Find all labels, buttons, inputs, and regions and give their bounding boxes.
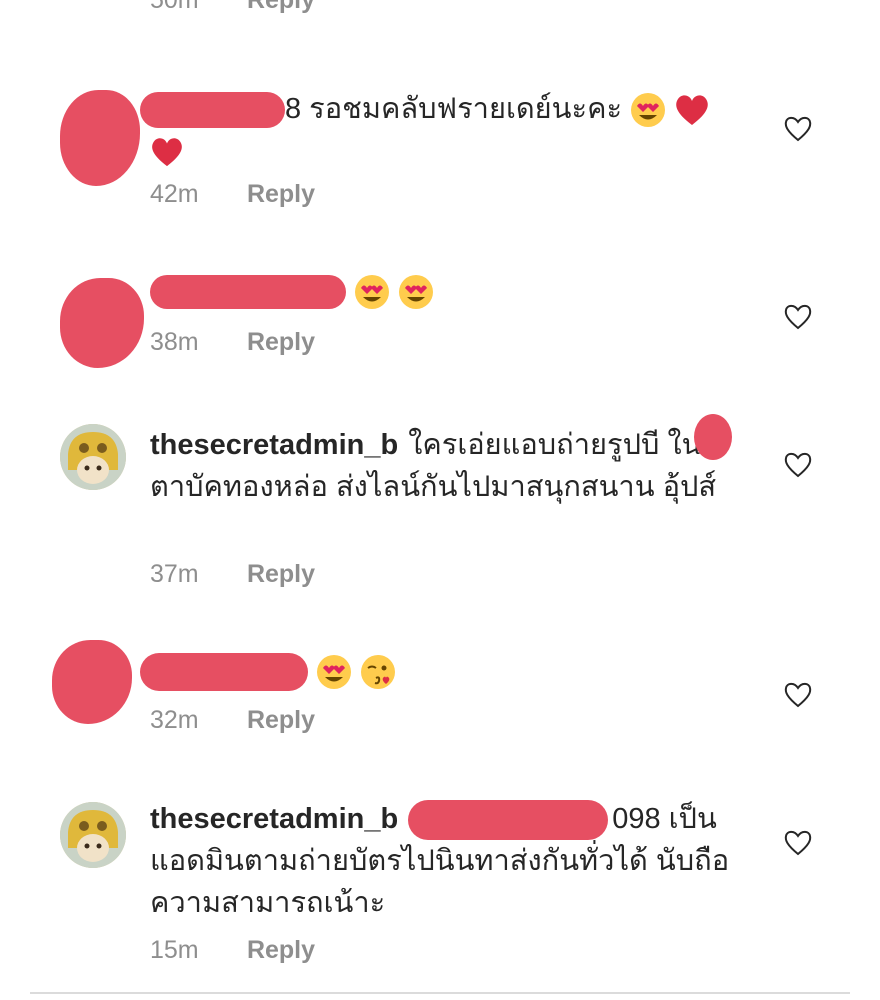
cat-avatar-icon xyxy=(60,802,126,868)
comment-time: 32m xyxy=(150,706,199,734)
redaction-mark xyxy=(694,414,732,460)
comment-body: thesecretadmin_b 098 เป็นแอดมินตามถ่ายบัต… xyxy=(150,798,730,924)
comment-meta: 38m Reply xyxy=(150,328,315,357)
comment-body: 8 รอชมคลับฟรายเดย์นะคะ xyxy=(140,88,750,172)
heart-eyes-emoji xyxy=(631,93,666,128)
comment-time: 42m xyxy=(150,180,199,208)
comment-meta: 15m Reply xyxy=(150,936,315,965)
avatar[interactable] xyxy=(60,802,126,868)
divider xyxy=(30,992,850,994)
reply-button[interactable]: Reply xyxy=(247,0,315,14)
kissing-heart-emoji xyxy=(361,655,396,690)
avatar[interactable] xyxy=(60,90,140,186)
avatar[interactable] xyxy=(60,424,126,490)
redacted-username xyxy=(150,275,346,310)
heart-outline-icon[interactable] xyxy=(783,114,813,142)
comment-time: 15m xyxy=(150,936,199,964)
avatar[interactable] xyxy=(52,640,132,724)
comment-meta: 32m Reply xyxy=(150,706,315,735)
redacted-username xyxy=(140,653,308,692)
comment-time: 38m xyxy=(150,328,199,356)
comment-username[interactable]: thesecretadmin_b xyxy=(150,429,398,461)
comment-body: thesecretadmin_b ใครเอ่ยแอบถ่ายรูปบี ในสต… xyxy=(150,424,740,508)
redacted-username xyxy=(408,800,609,841)
heart-outline-icon[interactable] xyxy=(783,302,813,330)
comment-username[interactable]: thesecretadmin_b xyxy=(150,803,398,835)
comment-text: 8 รอชมคลับฟรายเดย์นะคะ xyxy=(285,93,623,125)
heart-outline-icon[interactable] xyxy=(783,450,813,478)
reply-button[interactable]: Reply xyxy=(247,328,315,356)
comment-body xyxy=(150,270,750,312)
comment-meta: 37m Reply xyxy=(150,560,315,589)
reply-button[interactable]: Reply xyxy=(247,706,315,734)
redacted-username xyxy=(140,92,285,129)
cat-avatar-icon xyxy=(60,424,126,490)
red-heart-emoji xyxy=(152,138,182,167)
reply-button[interactable]: Reply xyxy=(247,560,315,588)
comment-time: 37m xyxy=(150,560,199,588)
heart-outline-icon[interactable] xyxy=(783,680,813,708)
red-heart-emoji xyxy=(676,95,708,126)
reply-button[interactable]: Reply xyxy=(247,936,315,964)
heart-eyes-emoji xyxy=(317,655,352,690)
reply-button[interactable]: Reply xyxy=(247,180,315,208)
comment-body xyxy=(140,650,750,692)
heart-eyes-emoji xyxy=(399,275,434,310)
comment-time: 50m xyxy=(150,0,199,14)
comment-meta: 42m Reply xyxy=(150,180,315,209)
heart-eyes-emoji xyxy=(355,275,390,310)
comment-meta-partial: 50m Reply xyxy=(150,0,315,15)
avatar[interactable] xyxy=(60,278,144,368)
heart-outline-icon[interactable] xyxy=(783,828,813,856)
